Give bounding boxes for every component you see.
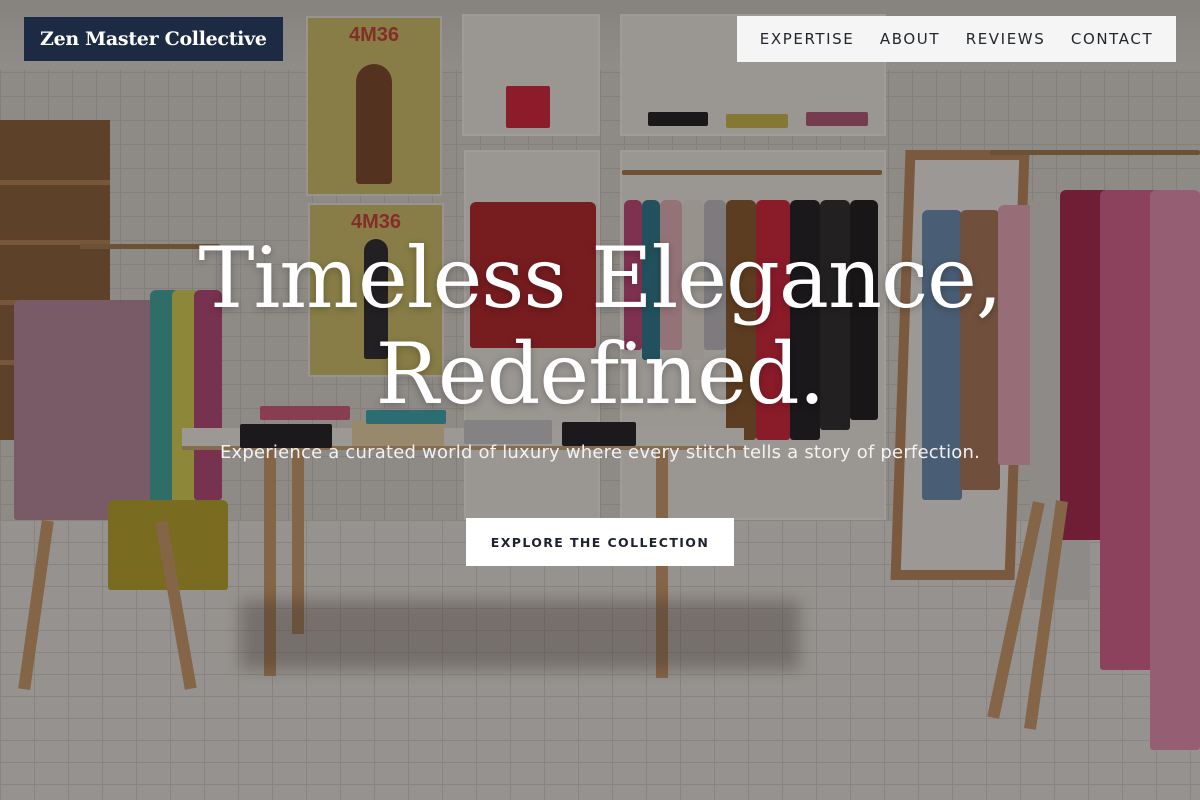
explore-collection-button[interactable]: EXPLORE THE COLLECTION xyxy=(466,518,734,566)
nav-item-reviews[interactable]: REVIEWS xyxy=(966,30,1046,48)
main-nav: EXPERTISE ABOUT REVIEWS CONTACT xyxy=(737,16,1176,62)
hero-title-line-1: Timeless Elegance, xyxy=(198,229,1002,327)
nav-item-contact[interactable]: CONTACT xyxy=(1071,30,1153,48)
nav-item-about[interactable]: ABOUT xyxy=(880,30,940,48)
hero-title: Timeless Elegance, Redefined. xyxy=(0,230,1200,422)
nav-item-expertise[interactable]: EXPERTISE xyxy=(760,30,855,48)
hero-title-line-2: Redefined. xyxy=(375,325,826,423)
cta-label: EXPLORE THE COLLECTION xyxy=(490,534,710,550)
brand-logo[interactable]: Zen Master Collective xyxy=(24,17,283,61)
hero-section: Timeless Elegance, Redefined. Experience… xyxy=(0,230,1200,463)
brand-name: Zen Master Collective xyxy=(40,28,267,50)
hero-subtitle: Experience a curated world of luxury whe… xyxy=(219,442,981,463)
